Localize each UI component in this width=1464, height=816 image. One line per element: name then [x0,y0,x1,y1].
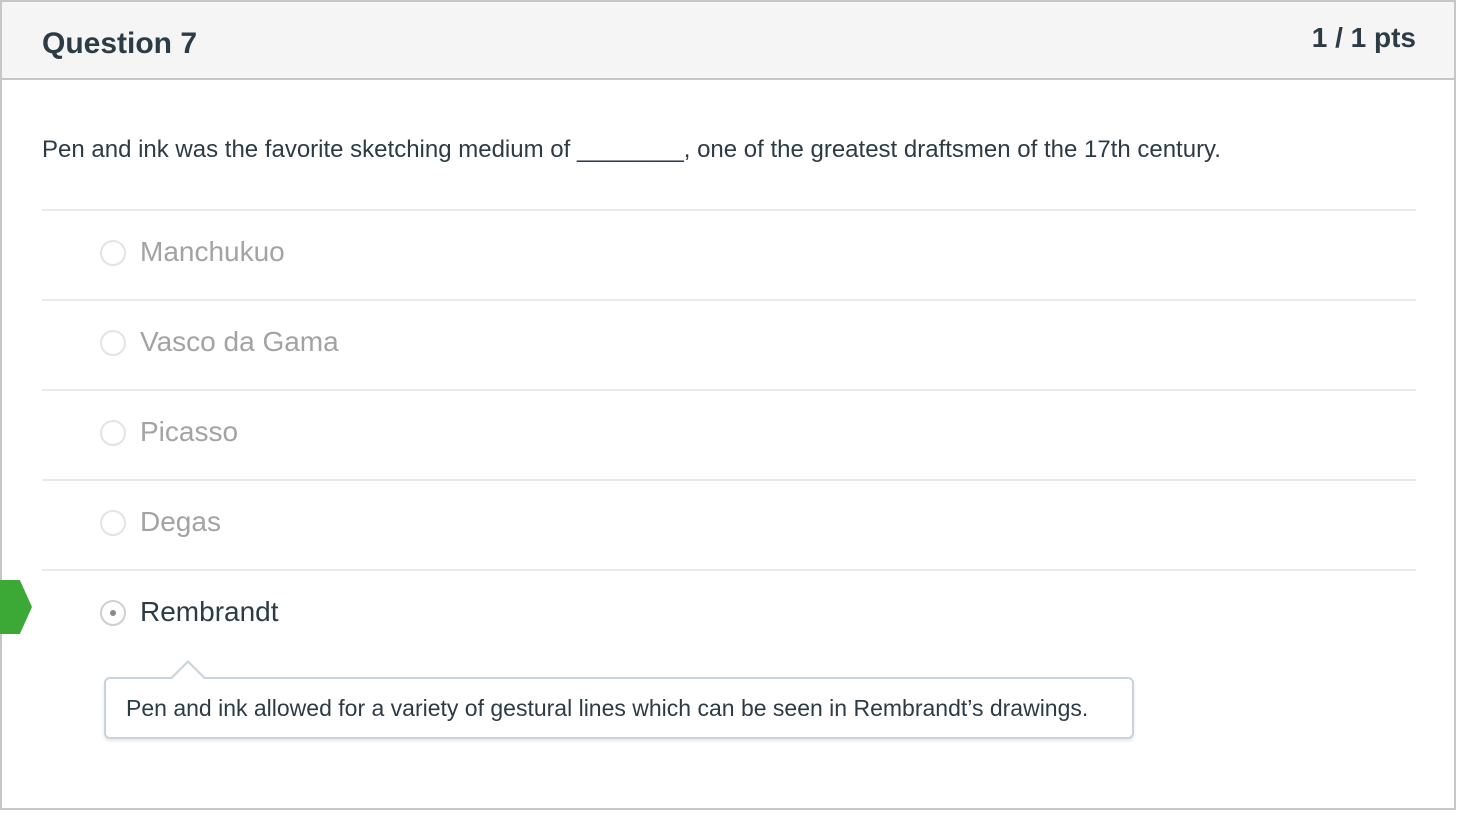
radio-button[interactable] [100,510,126,536]
question-text: Pen and ink was the favorite sketching m… [42,136,1221,163]
answer-option-manchukuo[interactable]: Manchukuo [42,209,1416,299]
answer-option-rembrandt[interactable]: Rembrandt Pen and ink allowed for a vari… [42,569,1416,809]
question-card: Question 7 1 / 1 pts Pen and ink was the… [0,0,1456,810]
answer-list: Manchukuo Vasco da Gama Picasso Degas Re… [42,209,1416,809]
radio-dot-icon [110,610,116,616]
answer-option-picasso[interactable]: Picasso [42,389,1416,479]
radio-button[interactable] [100,420,126,446]
answer-label: Vasco da Gama [140,326,339,357]
answer-label: Picasso [140,416,239,447]
comment-text: Pen and ink allowed for a variety of ges… [126,695,1089,721]
answer-label: Manchukuo [140,236,285,267]
question-points: 1 / 1 pts [1311,22,1416,53]
radio-button-selected[interactable] [100,600,126,626]
answer-option-vasco-da-gama[interactable]: Vasco da Gama [42,299,1416,389]
answer-feedback-comment: Pen and ink allowed for a variety of ges… [104,660,1134,739]
answer-option-degas[interactable]: Degas [42,479,1416,569]
radio-button[interactable] [100,330,126,356]
answer-label: Rembrandt [140,596,279,627]
radio-button[interactable] [100,240,126,266]
answer-label: Degas [140,506,221,537]
question-title: Question 7 [42,27,198,60]
question-header: Question 7 1 / 1 pts [2,2,1454,80]
